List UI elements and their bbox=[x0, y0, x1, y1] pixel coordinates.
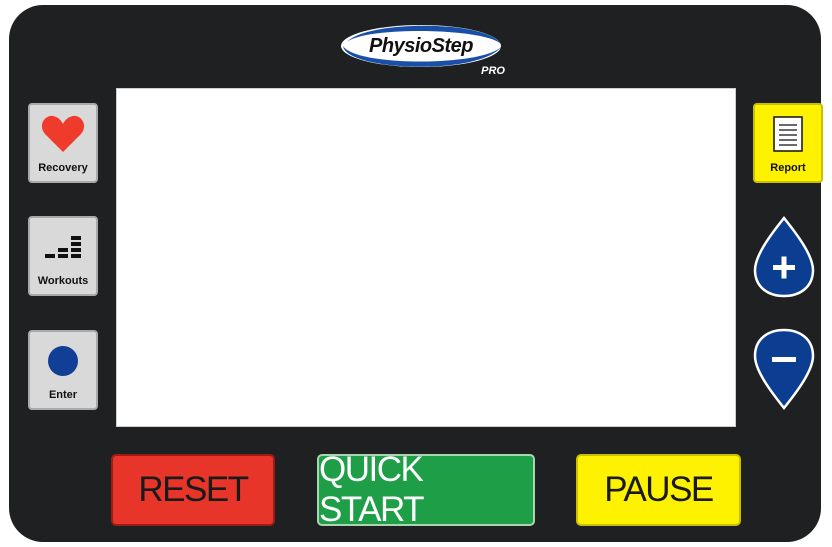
logo-graphic: PhysioStep PRO bbox=[341, 25, 505, 77]
reset-label: RESET bbox=[138, 470, 249, 509]
bars-icon bbox=[30, 224, 96, 270]
heart-icon bbox=[30, 111, 96, 157]
quick-start-label: QUICK START bbox=[319, 450, 425, 529]
recovery-label: Recovery bbox=[38, 162, 88, 174]
circle-icon bbox=[30, 338, 96, 384]
decrease-button[interactable] bbox=[752, 327, 816, 411]
pause-label: PAUSE bbox=[604, 470, 714, 509]
report-button[interactable]: Report bbox=[753, 103, 823, 183]
enter-button[interactable]: Enter bbox=[28, 330, 98, 410]
reset-button[interactable]: RESET bbox=[111, 454, 275, 526]
report-label: Report bbox=[770, 162, 806, 174]
pause-button[interactable]: PAUSE bbox=[576, 454, 741, 526]
increase-button[interactable] bbox=[752, 215, 816, 299]
display-screen bbox=[116, 88, 736, 427]
quick-start-button[interactable]: QUICK START bbox=[317, 450, 535, 529]
document-icon bbox=[755, 111, 821, 157]
logo-pro-label: PRO bbox=[481, 65, 505, 77]
physiostep-logo: PhysioStep PRO bbox=[337, 22, 509, 80]
workouts-label: Workouts bbox=[37, 275, 89, 287]
workouts-button[interactable]: Workouts bbox=[28, 216, 98, 296]
enter-label: Enter bbox=[48, 389, 78, 401]
logo-wordmark: PhysioStep bbox=[369, 35, 473, 57]
recovery-button[interactable]: Recovery bbox=[28, 103, 98, 183]
minus-icon bbox=[772, 357, 796, 362]
